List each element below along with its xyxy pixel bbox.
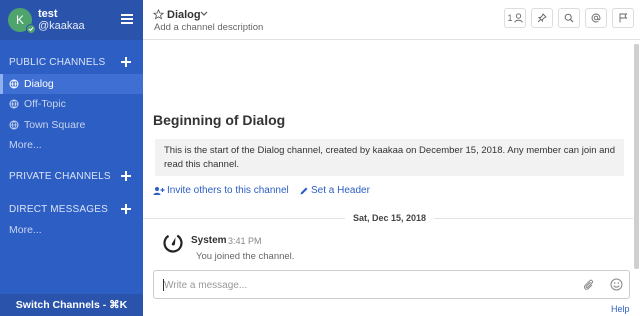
invite-others-label: Invite others to this channel (167, 185, 289, 196)
channel-intro-title: Beginning of Dialog (153, 112, 286, 128)
pencil-icon (300, 187, 308, 195)
emoji-icon[interactable] (610, 278, 623, 291)
add-public-channel-button[interactable] (120, 56, 132, 68)
star-icon[interactable] (153, 9, 164, 20)
add-direct-message-button[interactable] (120, 203, 132, 215)
channel-header: Dialog Add a channel description 1 (143, 0, 640, 40)
add-user-icon (153, 187, 165, 195)
member-count: 1 (507, 13, 513, 23)
sidebar-item-dialog[interactable]: Dialog (0, 74, 143, 94)
sidebar-item-off-topic[interactable]: Off-Topic (0, 94, 143, 114)
online-status-icon (26, 24, 36, 34)
direct-messages-title: DIRECT MESSAGES (9, 204, 108, 215)
flag-icon (619, 13, 628, 23)
message-text: You joined the channel. (196, 251, 295, 262)
message-input-placeholder: Write a message... (164, 280, 248, 291)
pinned-posts-button[interactable] (531, 8, 553, 28)
sidebar-item-town-square[interactable]: Town Square (0, 115, 143, 135)
scrollbar-thumb[interactable] (634, 44, 639, 269)
sidebar-header: K test @kaakaa (0, 0, 143, 40)
flagged-posts-button[interactable] (612, 8, 634, 28)
pin-icon (537, 13, 547, 23)
sidebar-item-label: Town Square (24, 119, 86, 131)
channel-title[interactable]: Dialog (167, 9, 201, 21)
globe-icon (9, 79, 19, 89)
paperclip-icon[interactable] (582, 278, 594, 291)
globe-icon (9, 99, 19, 109)
member-icon (513, 13, 523, 23)
team-name: test (38, 8, 58, 20)
member-list-button[interactable]: 1 (504, 8, 526, 28)
sidebar: K test @kaakaa PUBLIC CHANNELS Dialog Of… (0, 0, 143, 316)
channel-intro-text: This is the start of the Dialog channel,… (155, 139, 624, 176)
globe-icon (9, 120, 19, 130)
direct-more-link[interactable]: More... (9, 224, 42, 236)
user-name: @kaakaa (38, 20, 85, 32)
hamburger-menu-icon[interactable] (121, 14, 133, 24)
add-private-channel-button[interactable] (120, 170, 132, 182)
mentions-button[interactable] (585, 8, 607, 28)
public-channels-title: PUBLIC CHANNELS (9, 57, 106, 68)
scrollbar[interactable] (634, 44, 639, 269)
set-header-label: Set a Header (311, 185, 370, 196)
help-link[interactable]: Help (611, 304, 630, 314)
search-icon (564, 13, 574, 23)
message-time[interactable]: 3:41 PM (228, 236, 262, 246)
switch-channels-button[interactable]: Switch Channels - ⌘K (0, 294, 143, 316)
at-mention-icon (591, 13, 601, 23)
chevron-down-icon[interactable] (200, 11, 208, 17)
system-logo-icon (163, 233, 183, 253)
sidebar-item-label: Dialog (24, 78, 54, 90)
message-author[interactable]: System (191, 235, 227, 246)
message-input[interactable]: Write a message... (153, 270, 630, 299)
private-channels-title: PRIVATE CHANNELS (9, 171, 111, 182)
date-separator: Sat, Dec 15, 2018 (345, 213, 435, 223)
public-more-link[interactable]: More... (9, 139, 42, 151)
sidebar-item-label: Off-Topic (24, 98, 66, 110)
channel-description[interactable]: Add a channel description (154, 22, 263, 33)
search-button[interactable] (558, 8, 580, 28)
